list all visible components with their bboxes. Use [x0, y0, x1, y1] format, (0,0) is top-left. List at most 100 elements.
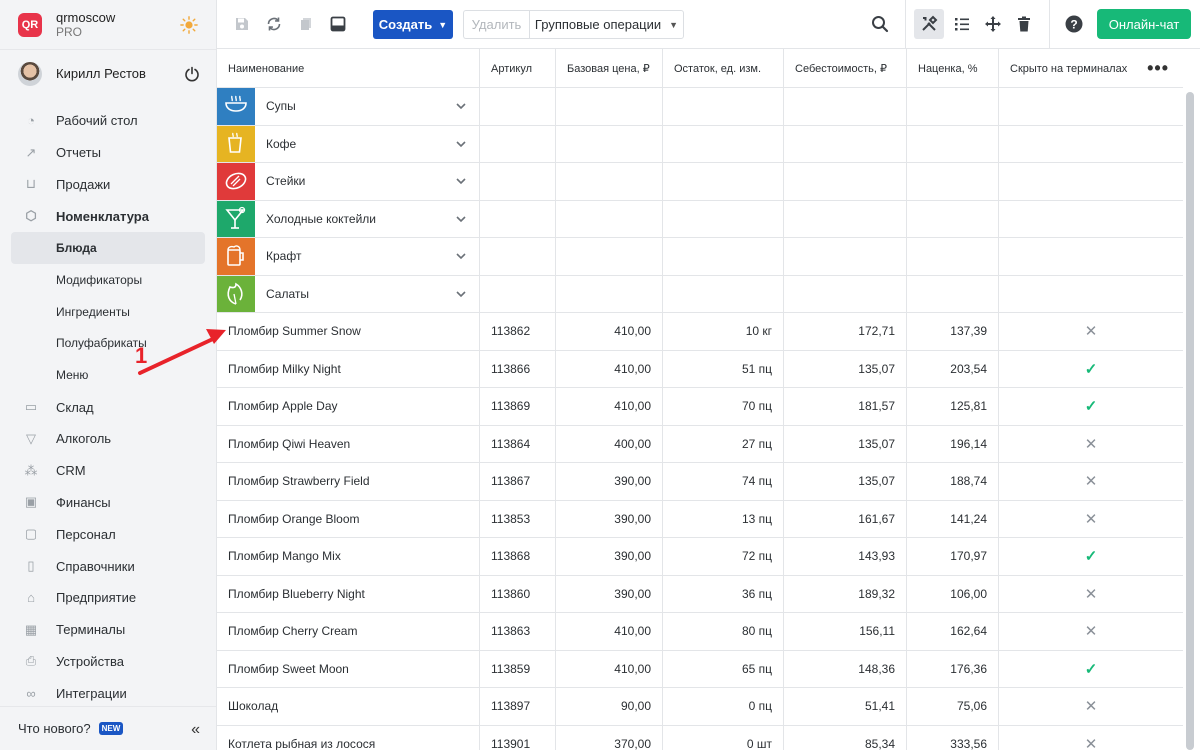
trash-icon[interactable]	[1013, 13, 1035, 35]
sidebar-item[interactable]: ▢ Персонал	[0, 518, 216, 550]
cell-hidden[interactable]: ✓	[999, 351, 1183, 388]
column-header-cost[interactable]: Себестоимость, ₽	[784, 49, 907, 88]
category-row[interactable]: Стейки	[217, 163, 1183, 201]
column-header-stock[interactable]: Остаток, ед. изм.	[663, 49, 784, 88]
chevron-down-icon[interactable]	[455, 138, 467, 150]
list-view-icon[interactable]	[951, 13, 973, 35]
category-row[interactable]: Кофе	[217, 125, 1183, 163]
move-icon[interactable]	[982, 13, 1004, 35]
category-row[interactable]: Крафт	[217, 238, 1183, 276]
soup-icon	[225, 95, 247, 113]
cell-hidden[interactable]: ✕	[999, 426, 1183, 463]
sidebar-item[interactable]: ◔ Рабочий стол	[0, 105, 216, 137]
category-row[interactable]: Супы	[217, 88, 1183, 126]
table-row[interactable]: Пломбир Sweet Moon 113859 410,00 65 пц 148,3…	[217, 650, 1183, 688]
cell-hidden[interactable]: ✕	[999, 501, 1183, 538]
sidebar-item[interactable]: ▯ Справочники	[0, 550, 216, 582]
sidebar-item[interactable]: ∞ Интеграции	[0, 677, 216, 709]
sidebar-item[interactable]: ⎙ Устройства	[0, 646, 216, 678]
group-operations-dropdown[interactable]: Групповые операции ▼	[529, 10, 684, 39]
brand-block[interactable]: QR qrmoscow PRO	[0, 0, 216, 49]
vertical-scrollbar[interactable]	[1186, 92, 1194, 750]
cell-stock: 27 пц	[663, 425, 784, 462]
category-cell: Кофе	[217, 125, 480, 162]
cell-hidden[interactable]: ✕	[999, 613, 1183, 650]
table-cell	[556, 200, 663, 237]
sidebar-item[interactable]: ▦ Терминалы	[0, 614, 216, 646]
cell-hidden[interactable]: ✕	[999, 726, 1183, 750]
table-row[interactable]: Пломбир Mango Mix 113868 390,00 72 пц 143,93…	[217, 538, 1183, 576]
chevron-down-icon[interactable]	[455, 175, 467, 187]
chevron-down-icon[interactable]	[455, 250, 467, 262]
table-row[interactable]: Пломбир Strawberry Field 113867 390,00 74 п…	[217, 463, 1183, 501]
sidebar-item[interactable]: ↗ Отчеты	[0, 137, 216, 169]
chevron-down-icon[interactable]	[455, 100, 467, 112]
cell-name: Пломбир Orange Bloom	[217, 500, 480, 537]
sidebar-subitem[interactable]: Модификаторы	[0, 264, 216, 296]
create-button[interactable]: Создать ▼	[373, 10, 453, 39]
sidebar-item-label: Продажи	[56, 176, 111, 192]
sidebar-item[interactable]: ⊔ Продажи	[0, 169, 216, 201]
table-row[interactable]: Пломбир Qiwi Heaven 113864 400,00 27 пц 135,…	[217, 425, 1183, 463]
table-row[interactable]: Пломбир Milky Night 113866 410,00 51 пц 135,…	[217, 350, 1183, 388]
cell-hidden[interactable]: ✓	[999, 651, 1183, 688]
table-row[interactable]: Пломбир Blueberry Night 113860 390,00 36 пц…	[217, 575, 1183, 613]
column-header-name[interactable]: Наименование	[217, 49, 480, 88]
help-icon[interactable]: ?	[1063, 13, 1085, 35]
cell-price: 410,00	[556, 613, 663, 650]
table-row[interactable]: Пломбир Apple Day 113869 410,00 70 пц 181,57…	[217, 388, 1183, 426]
cell-article: 113866	[480, 350, 556, 387]
cell-hidden[interactable]: ✕	[999, 688, 1183, 725]
sun-icon[interactable]	[180, 16, 198, 34]
power-icon[interactable]	[184, 66, 200, 82]
sidebar-item[interactable]: ▽ Алкоголь	[0, 423, 216, 455]
sidebar-subitem[interactable]: Ингредиенты	[0, 296, 216, 328]
column-header-markup[interactable]: Наценка, %	[907, 49, 999, 88]
sidebar-item[interactable]: ▣ Финансы	[0, 487, 216, 519]
sidebar-subitem[interactable]: Полуфабрикаты	[0, 328, 216, 360]
column-header-hidden[interactable]: Скрыто на терминалах •••	[999, 49, 1183, 88]
table-row[interactable]: Пломбир Cherry Cream 113863 410,00 80 пц 156…	[217, 613, 1183, 651]
category-row[interactable]: Холодные коктейли	[217, 200, 1183, 238]
sidebar-item-label: Терминалы	[56, 622, 126, 638]
sidebar-subitem[interactable]: Меню	[0, 359, 216, 391]
copy-icon[interactable]	[295, 13, 317, 35]
cell-hidden[interactable]: ✓	[999, 538, 1183, 575]
table-row[interactable]: Пломбир Summer Snow 113862 410,00 10 кг 172,…	[217, 313, 1183, 351]
cell-hidden[interactable]: ✕	[999, 576, 1183, 613]
more-options-icon[interactable]: •••	[1147, 58, 1169, 79]
sidebar-subitem[interactable]: Блюда	[11, 232, 205, 264]
category-row[interactable]: Салаты	[217, 275, 1183, 313]
column-header-price[interactable]: Базовая цена, ₽	[556, 49, 663, 88]
chevron-down-icon[interactable]	[455, 288, 467, 300]
cell-hidden[interactable]: ✕	[999, 463, 1183, 500]
sidebar-item[interactable]: ⁂ CRM	[0, 455, 216, 487]
save-icon[interactable]	[231, 13, 253, 35]
sidebar-item[interactable]: ⌂ Предприятие	[0, 582, 216, 614]
salad-icon	[227, 282, 243, 305]
whats-new-link[interactable]: Что нового?	[18, 721, 91, 736]
sidebar-item[interactable]: ⬡ Номенклатура	[0, 200, 216, 232]
search-icon[interactable]	[869, 13, 891, 35]
collapse-sidebar-icon[interactable]: «	[191, 721, 200, 739]
table-row[interactable]: Пломбир Orange Bloom 113853 390,00 13 пц 161…	[217, 500, 1183, 538]
refresh-icon[interactable]	[263, 13, 285, 35]
online-chat-button[interactable]: Онлайн-чат	[1097, 9, 1191, 39]
delete-button[interactable]: Удалить	[463, 10, 529, 39]
chevron-down-icon[interactable]	[455, 213, 467, 225]
table-row[interactable]: Шоколад 113897 90,00 0 пц 51,41 75,06 ✕	[217, 688, 1183, 726]
table-row[interactable]: Котлета рыбная из лосося 113901 370,00 0 шт…	[217, 725, 1183, 750]
category-cell: Холодные коктейли	[217, 200, 480, 237]
coffee-icon	[228, 132, 242, 153]
sidebar-item[interactable]: ▭ Склад	[0, 391, 216, 423]
user-block[interactable]: Кирилл Рестов	[0, 49, 216, 97]
cell-article: 113862	[480, 313, 556, 350]
cell-hidden[interactable]: ✕	[999, 313, 1183, 350]
tools-icon[interactable]	[914, 9, 944, 39]
cell-cost: 51,41	[784, 688, 907, 725]
open-window-icon[interactable]	[327, 13, 349, 35]
cross-icon: ✕	[1084, 735, 1098, 750]
column-header-article[interactable]: Артикул	[480, 49, 556, 88]
table-cell	[663, 275, 784, 312]
cell-hidden[interactable]: ✓	[999, 388, 1183, 425]
